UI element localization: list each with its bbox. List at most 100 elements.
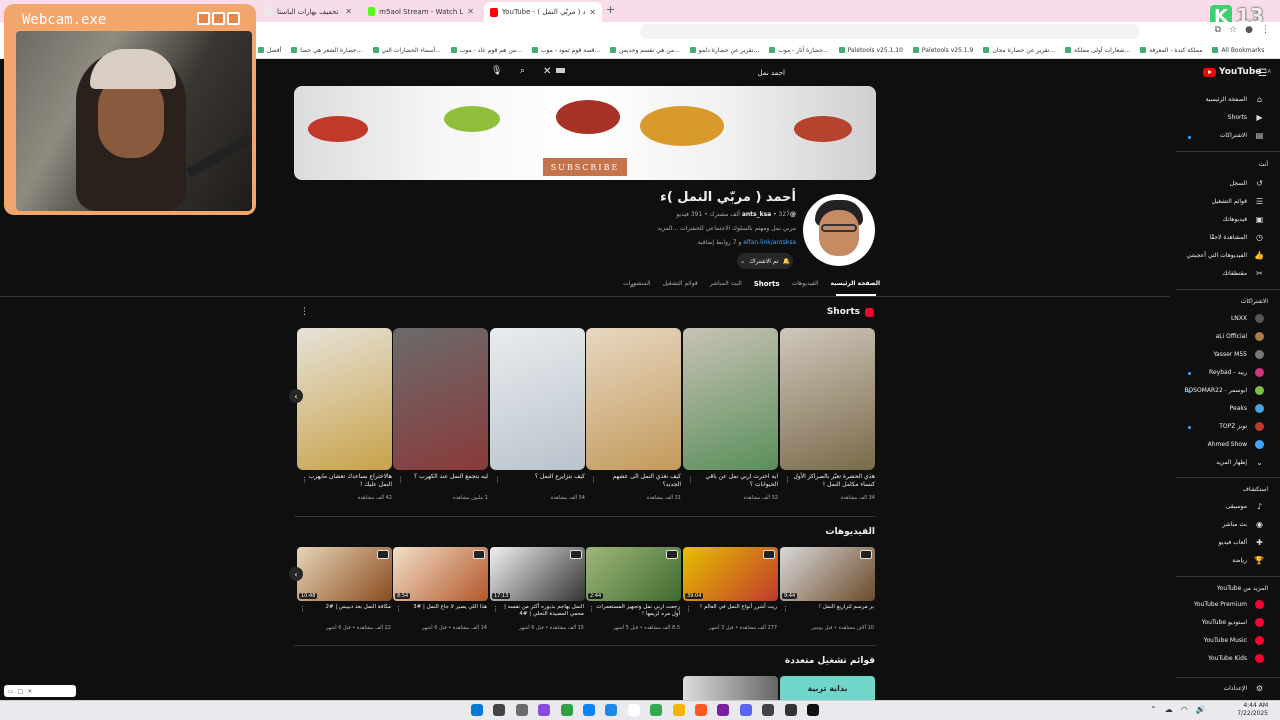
wifi-icon[interactable]: ◠	[1181, 705, 1188, 714]
sidebar-item[interactable]: YouTube Premium	[1194, 600, 1264, 609]
short-thumbnail[interactable]	[683, 328, 778, 470]
taskbar-app-icon[interactable]	[560, 704, 573, 716]
sidebar-item[interactable]: ابوسمر - BOSOMAR22	[1184, 386, 1264, 395]
omnibox[interactable]	[640, 24, 1140, 39]
sidebar-item[interactable]: ▣ فيديوهاتك	[1223, 215, 1264, 224]
start-menu-icon[interactable]	[471, 704, 483, 716]
taskbar-app-icon[interactable]	[627, 704, 640, 716]
bookmark-item[interactable]: أسماء الحضارات التي...	[372, 47, 441, 54]
taskbar-app-icon[interactable]	[739, 704, 752, 716]
tab-close-icon[interactable]: ✕	[345, 7, 352, 16]
taskbar-app-icon[interactable]	[583, 704, 595, 716]
bookmark-item[interactable]: شعارات أولى مملكة...	[1065, 47, 1130, 54]
short-thumbnail[interactable]	[297, 328, 392, 470]
subscribed-button[interactable]: ⌄ تم الاشتراك 🔔	[737, 253, 793, 269]
sidebar-item[interactable]: ⌄ إظهار المزيد	[1216, 458, 1264, 467]
short-more-icon[interactable]: ⋮	[784, 476, 791, 484]
bookmark-item[interactable]: All Bookmarks	[1212, 47, 1264, 54]
tab-close-icon[interactable]: ✕	[589, 8, 596, 17]
sidebar-item[interactable]: ريبد - Reybad	[1209, 368, 1264, 377]
browser-tab[interactable]: YouTube - ( أحمد ( مربّي النمل✕	[484, 2, 602, 22]
sidebar-item[interactable]: استوديو YouTube	[1202, 618, 1264, 627]
sidebar-item[interactable]: YouTube Music	[1204, 636, 1264, 645]
playlists-section-title[interactable]: قوائم تشغيل متعددة	[785, 656, 875, 666]
video-more-icon[interactable]: ⋮	[685, 605, 692, 613]
new-tab-icon[interactable]: +	[606, 3, 615, 16]
sidebar-item[interactable]: YouTube Kids	[1208, 654, 1264, 663]
chevron-up-icon[interactable]: ⌃	[1150, 705, 1157, 714]
channel-tab[interactable]: المنشورات	[623, 280, 650, 294]
bookmark-item[interactable]: من هم قوم عاد - موب...	[450, 47, 522, 54]
hamburger-menu-icon[interactable]: ☰	[1258, 68, 1267, 79]
channel-link[interactable]: alfan.link/antsksa	[743, 239, 796, 246]
video-thumbnail[interactable]: 2:44	[586, 547, 681, 601]
channel-tab[interactable]: الفيديوهات	[792, 280, 819, 294]
channel-description[interactable]: مربي نمل ومهتم بالسلوك الاجتماعي للحشرات…	[657, 225, 796, 232]
short-more-icon[interactable]: ⋮	[590, 476, 597, 484]
profile-icon[interactable]: ●	[1245, 25, 1253, 35]
short-title[interactable]: هالاختراع بساعدك تعشان مايهرب النمل عليك…	[307, 473, 392, 489]
sidebar-item[interactable]: aLi Official	[1216, 332, 1264, 341]
sidebar-item[interactable]: 👍 الفيديوهات التي أعجبتني	[1186, 251, 1264, 260]
short-title[interactable]: ايه اخترت اربي نمل عن باقي الحيوانات ؟	[693, 473, 778, 489]
taskbar-app-icon[interactable]	[717, 704, 730, 716]
sidebar-item[interactable]: ☰ قوائم التشغيل	[1212, 197, 1264, 206]
playlist-thumbnail[interactable]	[683, 676, 778, 700]
star-icon[interactable]: ☆	[1229, 25, 1237, 35]
sidebar-item[interactable]: ▤ الاشتراكات	[1220, 131, 1264, 140]
short-title[interactable]: كيف بتزايرع النمل ؟	[500, 473, 585, 481]
sidebar-you-header[interactable]: أنت	[1259, 161, 1268, 168]
sidebar-more-header[interactable]: المزيد من YouTube	[1217, 585, 1268, 592]
video-title[interactable]: مكافة النمل بعد دبيبس | #2	[303, 604, 391, 611]
videos-section-title[interactable]: الفيديوهات	[826, 527, 876, 537]
clear-search-icon[interactable]: ✕	[543, 66, 551, 77]
video-more-icon[interactable]: ⋮	[782, 605, 789, 613]
sidebar-item[interactable]: 🏆 رياضة	[1232, 556, 1264, 565]
short-thumbnail[interactable]	[490, 328, 585, 470]
taskbar-app-icon[interactable]	[695, 704, 707, 716]
playlist-thumbnail[interactable]: بداية تربية	[780, 676, 875, 700]
taskbar-app-icon[interactable]	[605, 704, 618, 716]
videos-prev-button[interactable]: ‹	[289, 567, 303, 581]
shorts-prev-button[interactable]: ‹	[289, 389, 303, 403]
sidebar-item[interactable]: ✚ ألعاب فيديو	[1219, 538, 1264, 547]
short-more-icon[interactable]: ⋮	[397, 476, 404, 484]
taskbar-app-icon[interactable]	[784, 704, 797, 716]
channel-tab[interactable]: قوائم التشغيل	[663, 280, 698, 294]
keyboard-icon[interactable]	[556, 68, 565, 73]
shorts-more-icon[interactable]: ⋮	[300, 307, 309, 317]
bookmark-item[interactable]: تقرير عن حضارة مجان...	[983, 47, 1055, 54]
search-icon[interactable]	[493, 704, 506, 716]
short-thumbnail[interactable]	[393, 328, 488, 470]
bookmark-item[interactable]: مملكة كندة - المعرفة	[1140, 47, 1202, 54]
video-title[interactable]: هذا اللي يصير لا جاع النمل | #3	[399, 604, 487, 611]
video-thumbnail[interactable]: 9:44	[780, 547, 875, 601]
bookmark-item[interactable]: أفضل	[258, 47, 281, 54]
video-more-icon[interactable]: ⋮	[492, 605, 499, 613]
taskbar-app-icon[interactable]	[672, 704, 685, 716]
sidebar-item[interactable]: LNXX	[1231, 314, 1264, 323]
browser-tab[interactable]: تخفيف بهارات الباستا ✕	[258, 3, 358, 20]
sidebar-item[interactable]: ◉ بث مباشر	[1222, 520, 1264, 529]
cloud-icon[interactable]: ☁	[1165, 705, 1173, 714]
bookmark-item[interactable]: Paletools v25.1.9	[912, 47, 973, 54]
video-thumbnail[interactable]: 10:48	[297, 547, 392, 601]
taskbar-app-icon[interactable]	[762, 704, 775, 716]
short-thumbnail[interactable]	[586, 328, 681, 470]
taskbar-clock[interactable]: 4:44 AM 7/22/2025	[1237, 702, 1268, 718]
bookmark-item[interactable]: Paletools v25.1.10	[838, 47, 903, 54]
banner-subscribe-button[interactable]: SUBSCRIBE	[543, 158, 627, 176]
short-thumbnail[interactable]	[780, 328, 875, 470]
bookmark-item[interactable]: حضارة الشعر هي حضا...	[291, 47, 363, 54]
short-more-icon[interactable]: ⋮	[687, 476, 694, 484]
video-more-icon[interactable]: ⋮	[588, 605, 595, 613]
bookmark-item[interactable]: من هي تقسم وحديس...	[610, 47, 680, 54]
taskbar-app-icon[interactable]	[650, 704, 663, 716]
taskbar-app-icon[interactable]	[807, 704, 819, 716]
video-more-icon[interactable]: ⋮	[395, 605, 402, 613]
volume-icon[interactable]: 🔊	[1196, 705, 1206, 714]
sidebar-item[interactable]: توبز TOPZ	[1219, 422, 1264, 431]
short-title[interactable]: ليه بتجمع النمل عند الكهرب ؟	[403, 473, 488, 481]
sidebar-item[interactable]: Ahmed Show	[1208, 440, 1264, 449]
short-title[interactable]: هذي الحشرة تعيّز بالصراكز الأول كنساء مك…	[790, 473, 875, 489]
